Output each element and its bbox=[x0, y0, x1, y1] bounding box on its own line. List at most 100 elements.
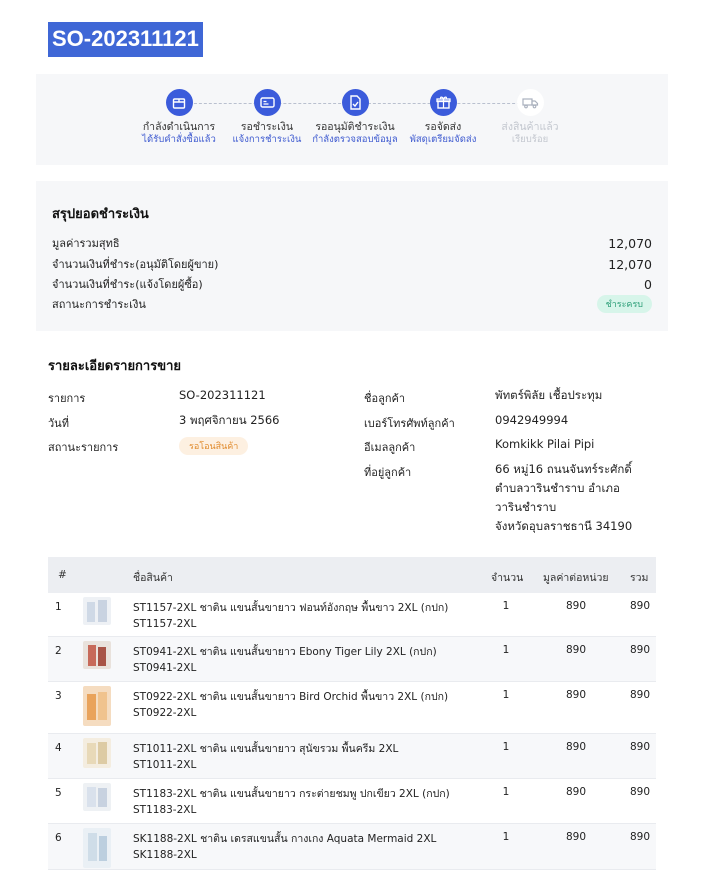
step-label: รอชำระเงิน bbox=[240, 121, 294, 133]
column-header-total: รวม bbox=[630, 572, 649, 584]
payment-row-value: 12,070 bbox=[608, 235, 652, 251]
quantity-cell: 1 bbox=[502, 741, 510, 753]
column-header-index: # bbox=[58, 569, 67, 581]
truck-icon bbox=[516, 89, 544, 116]
column-header-product: ชื่อสินค้า bbox=[133, 572, 173, 584]
customer-phone-label: เบอร์โทรศัพท์ลูกค้า bbox=[364, 417, 455, 430]
payment-row-label: มูลค่ารวมสุทธิ bbox=[52, 237, 120, 250]
product-thumbnail bbox=[83, 738, 111, 768]
column-header-unit-price: มูลค่าต่อหน่วย bbox=[543, 572, 609, 584]
address-line: ตำบลวารินชำราบ อำเภอ bbox=[495, 481, 620, 495]
payment-row-value: 0 bbox=[644, 276, 652, 292]
product-name-cell: ST0922-2XL ชาติน แขนสั้นขายาว Bird Orchi… bbox=[133, 689, 448, 721]
product-thumbnail bbox=[83, 686, 111, 726]
step-label: รอจัดส่ง bbox=[424, 121, 462, 133]
unit-price-cell: 890 bbox=[565, 831, 587, 843]
unit-price-cell: 890 bbox=[565, 689, 587, 701]
table-row: 4 ST1011-2XL ชาติน แขนสั้นขายาว สุนัขรวม… bbox=[48, 734, 656, 779]
customer-name-label: ชื่อลูกค้า bbox=[364, 392, 406, 405]
product-name: SK1188-2XL ชาติน เดรสแขนสั้น กางเกง Aqua… bbox=[133, 833, 437, 845]
order-status-badge: รอโอนสินค้า bbox=[179, 437, 249, 455]
row-index: 4 bbox=[55, 742, 62, 754]
address-line: จังหวัดอุบลราชธานี 34190 bbox=[495, 519, 633, 533]
gift-box-icon bbox=[429, 89, 457, 116]
product-thumbnail bbox=[83, 597, 111, 625]
payment-card-icon bbox=[253, 89, 281, 116]
order-detail-page: SO-202311121 กำลังดำเนินการ ได้รับคำสั่ง… bbox=[0, 0, 727, 871]
unit-price-cell: 890 bbox=[565, 741, 587, 753]
customer-phone-value: 0942949994 bbox=[495, 413, 569, 427]
table-row: 1 ST1157-2XL ชาติน แขนสั้นขายาว ฟอนท์อัง… bbox=[48, 593, 656, 637]
product-sku: SK1188-2XL bbox=[133, 849, 197, 861]
payment-status-badge: ชำระครบ bbox=[596, 295, 652, 313]
quantity-cell: 1 bbox=[502, 600, 510, 612]
customer-address-value: 66 หมู่16 ถนนจันทร์ระศักดิ์ ตำบลวารินชำร… bbox=[495, 460, 632, 536]
customer-name-value: พัทตร์พิลัย เชื้อประทุม bbox=[495, 388, 603, 402]
table-row: 2 ST0941-2XL ชาติน แขนสั้นขายาว Ebony Ti… bbox=[48, 637, 656, 682]
payment-row-net-total: มูลค่ารวมสุทธิ 12,070 bbox=[52, 233, 652, 253]
quantity-cell: 1 bbox=[502, 831, 510, 843]
payment-row-status: สถานะการชำระเงิน ชำระครบ bbox=[52, 294, 652, 314]
step-sublabel: แจ้งการชำระเงิน bbox=[232, 134, 302, 145]
product-name-cell: SK1188-2XL ชาติน เดรสแขนสั้น กางเกง Aqua… bbox=[133, 831, 436, 863]
step-awaiting-payment: รอชำระเงิน แจ้งการชำระเงิน bbox=[222, 89, 312, 146]
order-items-table: # ชื่อสินค้า จำนวน มูลค่าต่อหน่วย รวม 1 … bbox=[48, 557, 656, 870]
address-line: วารินชำราบ bbox=[495, 500, 557, 514]
product-name-cell: ST1157-2XL ชาติน แขนสั้นขายาว ฟอนท์อังกฤ… bbox=[133, 600, 448, 632]
document-check-icon bbox=[341, 89, 369, 116]
product-name: ST1011-2XL ชาติน แขนสั้นขายาว สุนัขรวม พ… bbox=[133, 743, 399, 755]
product-name: ST0941-2XL ชาติน แขนสั้นขายาว Ebony Tige… bbox=[133, 646, 437, 658]
payment-row-notified: จำนวนเงินที่ชำระ(แจ้งโดยผู้ซื้อ) 0 bbox=[52, 274, 652, 294]
order-value: SO-202311121 bbox=[179, 388, 266, 402]
quantity-cell: 1 bbox=[502, 644, 510, 656]
product-sku: ST1183-2XL bbox=[133, 804, 197, 816]
customer-email-label: อีเมลลูกค้า bbox=[364, 441, 416, 454]
table-header: # ชื่อสินค้า จำนวน มูลค่าต่อหน่วย รวม bbox=[48, 557, 656, 593]
row-index: 5 bbox=[55, 787, 62, 799]
payment-row-label: จำนวนเงินที่ชำระ(แจ้งโดยผู้ซื้อ) bbox=[52, 278, 203, 291]
step-sublabel: ได้รับคำสั่งซื้อแล้ว bbox=[142, 134, 216, 145]
box-icon bbox=[165, 89, 193, 116]
total-cell: 890 bbox=[629, 786, 651, 798]
product-sku: ST0941-2XL bbox=[133, 662, 197, 674]
date-label: วันที่ bbox=[48, 417, 69, 430]
row-index: 3 bbox=[55, 690, 62, 702]
order-label: รายการ bbox=[48, 392, 86, 405]
customer-address-label: ที่อยู่ลูกค้า bbox=[364, 466, 412, 479]
table-row: 3 ST0922-2XL ชาติน แขนสั้นขายาว Bird Orc… bbox=[48, 682, 656, 734]
payment-summary-panel: สรุปยอดชำระเงิน มูลค่ารวมสุทธิ 12,070 จำ… bbox=[36, 181, 668, 331]
row-index: 2 bbox=[55, 645, 62, 657]
product-thumbnail bbox=[83, 783, 111, 811]
total-cell: 890 bbox=[629, 831, 651, 843]
step-label: ส่งสินค้าแล้ว bbox=[501, 121, 559, 133]
table-row: 6 SK1188-2XL ชาติน เดรสแขนสั้น กางเกง Aq… bbox=[48, 824, 656, 870]
step-awaiting-approval: รออนุมัติชำระเงิน กำลังตรวจสอบข้อมูล bbox=[310, 89, 400, 146]
product-name: ST1157-2XL ชาติน แขนสั้นขายาว ฟอนท์อังกฤ… bbox=[133, 602, 449, 614]
product-sku: ST1157-2XL bbox=[133, 618, 197, 630]
column-header-quantity: จำนวน bbox=[491, 572, 524, 584]
address-line: 66 หมู่16 ถนนจันทร์ระศักดิ์ bbox=[495, 462, 632, 476]
total-cell: 890 bbox=[629, 741, 651, 753]
product-thumbnail bbox=[83, 828, 111, 868]
total-cell: 890 bbox=[629, 689, 651, 701]
step-sublabel: เรียบร้อย bbox=[511, 134, 549, 145]
step-sublabel: พัสดุเตรียมจัดส่ง bbox=[409, 134, 477, 145]
product-name-cell: ST1011-2XL ชาติน แขนสั้นขายาว สุนัขรวม พ… bbox=[133, 741, 398, 773]
product-name-cell: ST0941-2XL ชาติน แขนสั้นขายาว Ebony Tige… bbox=[133, 644, 437, 676]
sale-details-title: รายละเอียดรายการขาย bbox=[48, 359, 182, 374]
payment-summary-title: สรุปยอดชำระเงิน bbox=[52, 207, 149, 222]
product-name-cell: ST1183-2XL ชาติน แขนสั้นขายาว กระต่ายชมพ… bbox=[133, 786, 450, 818]
product-sku: ST1011-2XL bbox=[133, 759, 197, 771]
customer-email-value: Komkikk Pilai Pipi bbox=[495, 437, 595, 451]
row-index: 1 bbox=[55, 601, 62, 613]
step-shipped: ส่งสินค้าแล้ว เรียบร้อย bbox=[485, 89, 575, 146]
order-progress-panel: กำลังดำเนินการ ได้รับคำสั่งซื้อแล้ว รอชำ… bbox=[36, 74, 668, 165]
step-processing: กำลังดำเนินการ ได้รับคำสั่งซื้อแล้ว bbox=[134, 89, 224, 146]
step-awaiting-shipment: รอจัดส่ง พัสดุเตรียมจัดส่ง bbox=[398, 89, 488, 146]
payment-status-label: สถานะการชำระเงิน bbox=[52, 298, 146, 311]
order-status-label: สถานะรายการ bbox=[48, 441, 119, 454]
total-cell: 890 bbox=[629, 600, 651, 612]
product-name: ST0922-2XL ชาติน แขนสั้นขายาว Bird Orchi… bbox=[133, 691, 449, 703]
product-name: ST1183-2XL ชาติน แขนสั้นขายาว กระต่ายชมพ… bbox=[133, 788, 450, 800]
unit-price-cell: 890 bbox=[565, 600, 587, 612]
